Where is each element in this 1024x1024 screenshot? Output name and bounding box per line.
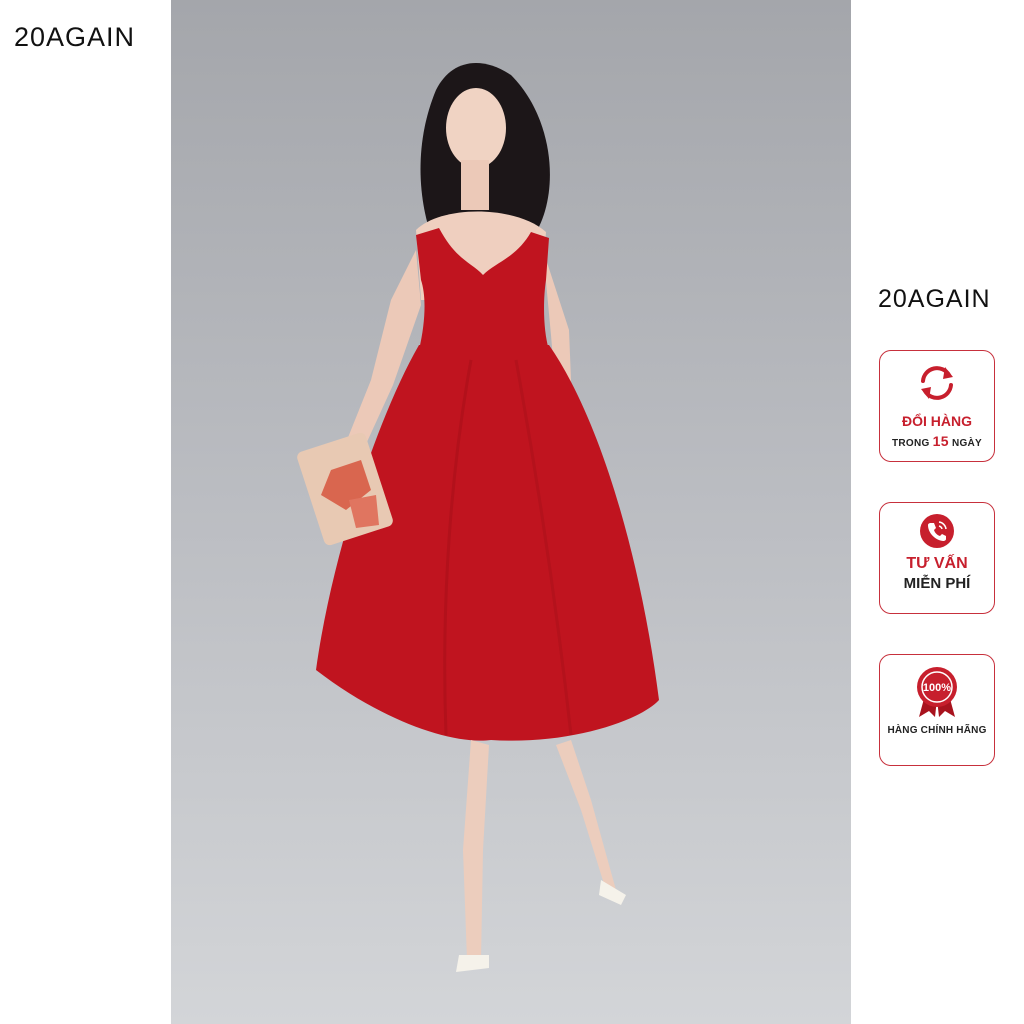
exchange-title: ĐỔI HÀNG	[902, 413, 972, 429]
consult-title: TƯ VẤN	[906, 555, 968, 572]
authentic-title: HÀNG CHÍNH HÃNG	[887, 725, 987, 736]
brand-logo-top: 20AGAIN	[14, 22, 136, 52]
model-right-leg	[556, 740, 616, 900]
authentic-badge: 100% HÀNG CHÍNH HÃNG	[879, 654, 995, 766]
exchange-subtitle: TRONG 15 NGÀY	[891, 433, 983, 449]
consult-subtitle: MIỄN PHÍ	[903, 575, 971, 592]
seal-percent-text: 100%	[923, 682, 951, 694]
phone-call-icon	[920, 514, 954, 548]
model-left-leg	[463, 740, 489, 960]
brand-logo-side: 20AGAIN	[878, 285, 991, 313]
authentic-seal-icon: 100%	[917, 667, 957, 717]
left-sandal	[456, 955, 489, 972]
product-photo	[171, 0, 851, 1024]
exchange-badge: ĐỔI HÀNG TRONG 15 NGÀY	[879, 350, 995, 462]
model-face	[446, 88, 506, 168]
exchange-arrows-icon	[921, 366, 953, 400]
consult-badge: TƯ VẤN MIỄN PHÍ	[879, 502, 995, 614]
model-neck	[461, 160, 489, 210]
